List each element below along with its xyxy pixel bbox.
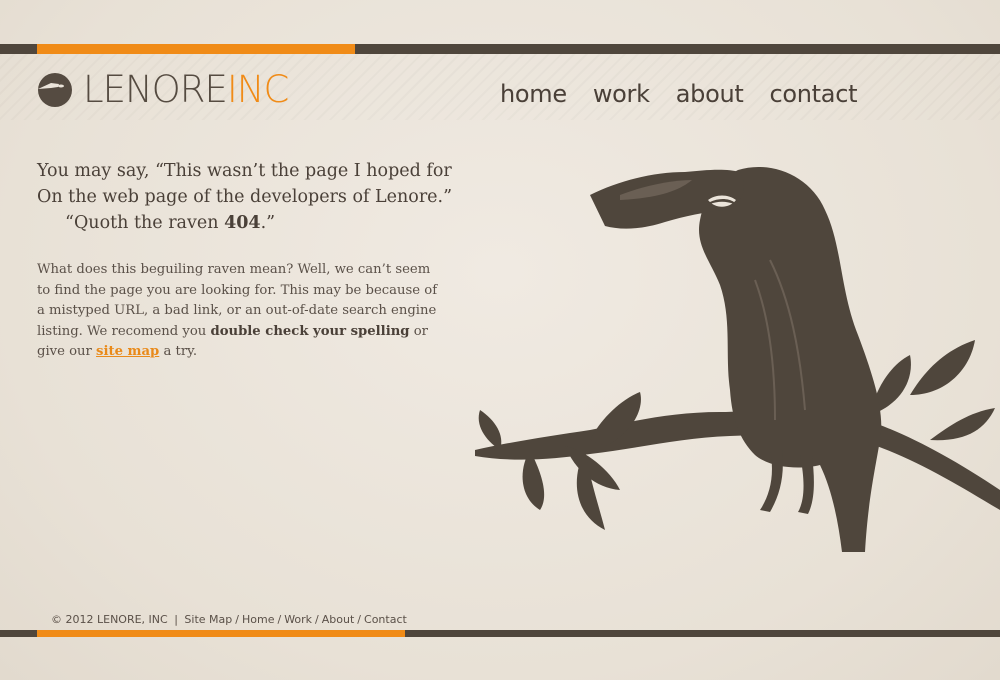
footer-link-work[interactable]: Work — [284, 613, 312, 626]
footer-divider: | — [174, 613, 178, 626]
verse-line-3-prefix: “Quoth the raven — [65, 213, 225, 233]
footer-separator: / — [277, 613, 282, 626]
raven-illustration — [475, 166, 1000, 553]
top-bar-accent — [37, 44, 355, 54]
message-text-3: a try. — [159, 344, 198, 359]
footer-link-site-map[interactable]: Site Map — [184, 613, 232, 626]
footer-separator: / — [315, 613, 319, 626]
footer-separator: / — [357, 613, 362, 626]
logo-text-lenore: LENORE — [83, 68, 228, 111]
nav-home[interactable]: home — [500, 78, 567, 110]
footer-link-home[interactable]: Home — [242, 613, 274, 626]
footer-copyright: © 2012 LENORE, INC — [51, 613, 168, 626]
footer-link-contact[interactable]: Contact — [364, 613, 407, 626]
verse-line-1: You may say, “This wasn’t the page I hop… — [37, 161, 452, 181]
nav-work[interactable]: work — [593, 78, 650, 110]
verse-line-3: “Quoth the raven 404.” — [37, 210, 467, 236]
nav-about[interactable]: about — [676, 78, 744, 110]
footer-separator: / — [235, 613, 239, 626]
logo-text-inc: INC — [226, 68, 289, 111]
site-map-link[interactable]: site map — [96, 344, 159, 359]
top-bar — [0, 44, 1000, 54]
verse-line-2: On the web page of the developers of Len… — [37, 187, 453, 207]
error-code: 404 — [224, 213, 261, 233]
main-nav: home work about contact — [500, 78, 883, 110]
verse: You may say, “This wasn’t the page I hop… — [37, 158, 467, 236]
nav-contact[interactable]: contact — [769, 78, 857, 110]
bottom-bar — [0, 630, 1000, 637]
footer-link-about[interactable]: About — [322, 613, 355, 626]
error-message: What does this beguiling raven mean? Wel… — [37, 260, 447, 363]
verse-line-3-suffix: .” — [260, 213, 276, 233]
footer: © 2012 LENORE, INC | Site Map / Home / Work /… — [51, 613, 407, 626]
bottom-bar-accent — [37, 630, 405, 637]
raven-logo-icon — [38, 73, 72, 107]
message-bold: double check your spelling — [210, 323, 410, 339]
logo[interactable]: LENOREINC — [37, 68, 289, 111]
